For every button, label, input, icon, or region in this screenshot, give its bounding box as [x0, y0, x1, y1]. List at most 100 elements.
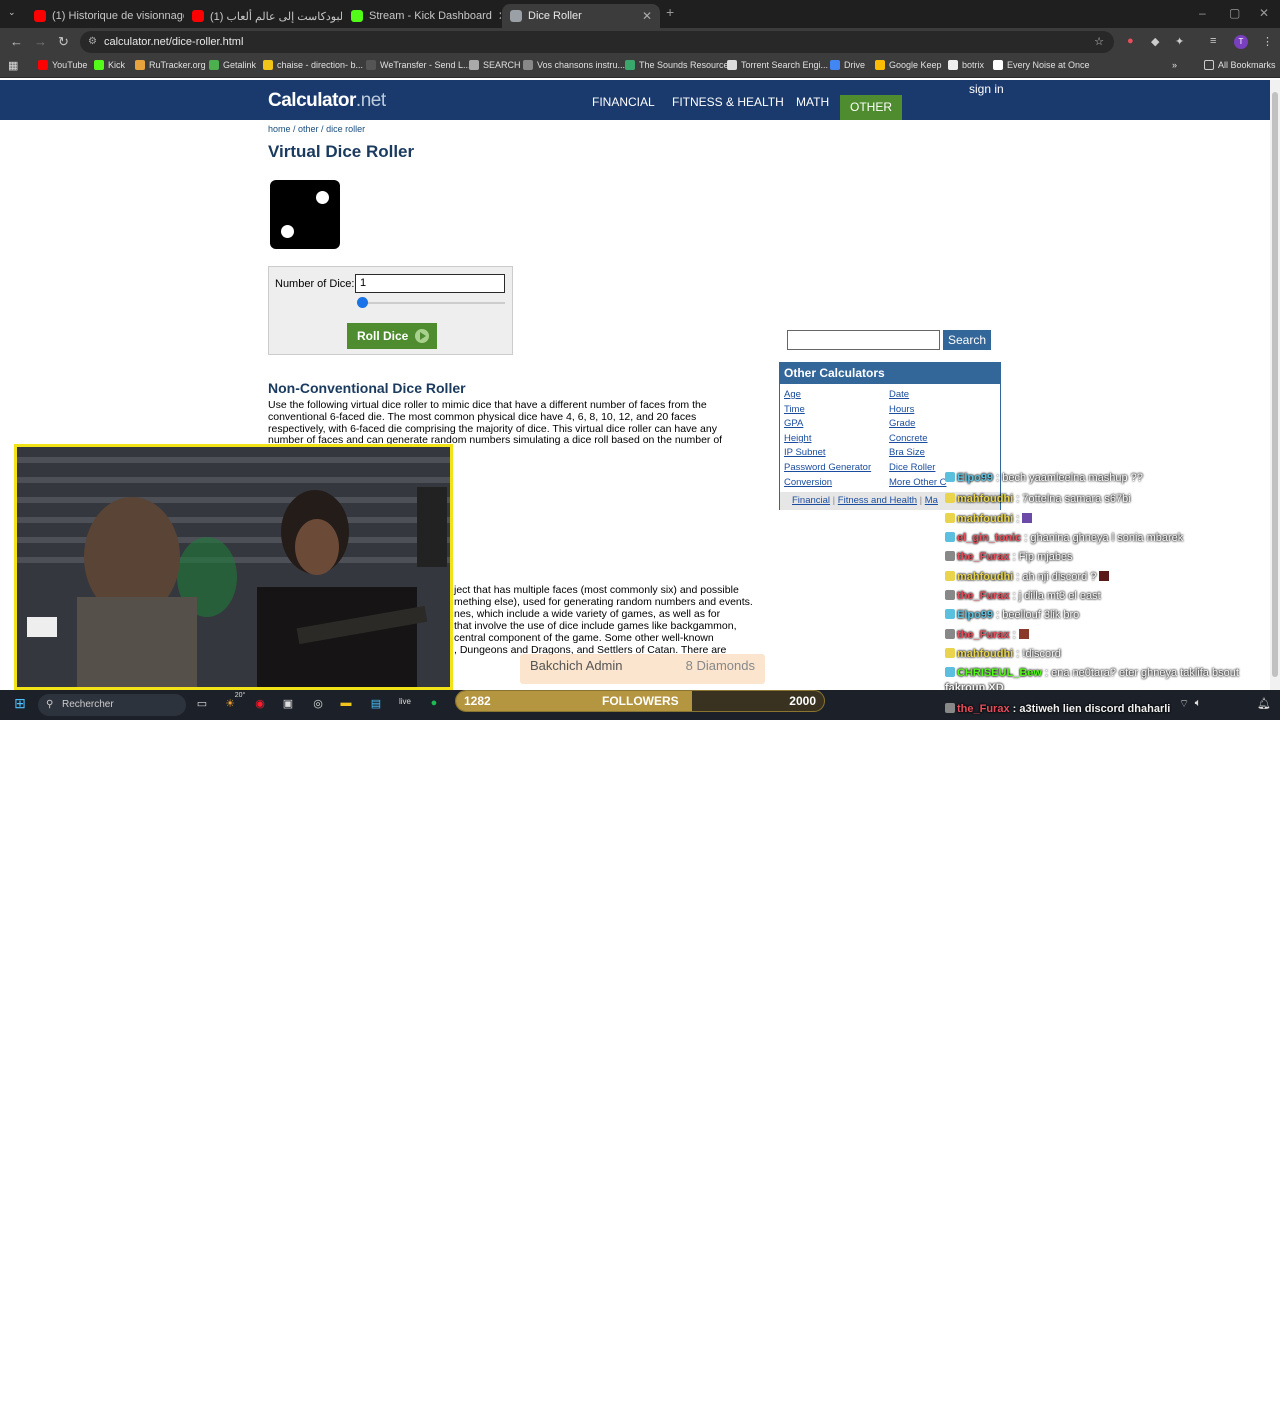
tab-kick-dashboard[interactable]: Stream - Kick Dashboard ✕ [343, 4, 501, 28]
nav-math[interactable]: MATH [796, 95, 829, 109]
bookmark-chaise[interactable]: chaise - direction- b... [263, 60, 363, 70]
photos-icon[interactable]: ▤ [368, 697, 384, 713]
tab-podcast[interactable]: (1) من البودكاست إلى عالم ألعاب ✕ [184, 4, 342, 28]
bookmark-torrent-search[interactable]: Torrent Search Engi... [727, 60, 828, 70]
extension-icon[interactable]: ◆ [1151, 35, 1165, 49]
back-icon[interactable]: ← [10, 34, 23, 49]
dice-slider-track[interactable] [361, 302, 505, 304]
site-search-button[interactable]: Search [943, 330, 991, 350]
sign-in-link[interactable]: sign in [969, 82, 1004, 96]
profile-avatar[interactable]: T [1234, 35, 1248, 49]
more-bookmarks-icon[interactable]: » [1172, 60, 1177, 70]
calc-link[interactable]: Height [784, 433, 811, 444]
calc-link[interactable]: More Other C [889, 477, 947, 488]
close-icon[interactable]: ✕ [642, 9, 652, 23]
bookmark-search[interactable]: SEARCH [469, 60, 521, 70]
app-icon[interactable]: ◎ [310, 697, 326, 713]
emote-icon [1099, 571, 1110, 581]
calc-link[interactable]: Date [889, 389, 909, 400]
calc-link[interactable]: IP Subnet [784, 447, 826, 458]
footer-link-fitness[interactable]: Fitness and Health [838, 495, 917, 506]
minimize-icon[interactable]: – [1199, 6, 1206, 20]
bookmark-kick[interactable]: Kick [94, 60, 125, 70]
nav-financial[interactable]: FINANCIAL [592, 95, 655, 109]
calc-link[interactable]: Concrete [889, 433, 928, 444]
die-pip [281, 225, 294, 238]
extension-icon[interactable]: ● [1127, 35, 1141, 49]
calc-link[interactable]: Hours [889, 404, 914, 415]
dice-slider-thumb[interactable] [357, 297, 368, 308]
app-icon[interactable]: ▣ [280, 697, 296, 713]
url-bar[interactable]: ⚙ calculator.net/dice-roller.html ☆ [80, 31, 1114, 53]
all-bookmarks[interactable]: All Bookmarks [1204, 60, 1276, 70]
site-logo[interactable]: Calculator.net [268, 90, 386, 112]
breadcrumb-home[interactable]: home [268, 124, 291, 134]
footer-link-math[interactable]: Ma [925, 495, 938, 506]
taskbar-search[interactable]: ⚲ Rechercher [38, 694, 186, 716]
page-title: Virtual Dice Roller [268, 142, 415, 161]
calc-link[interactable]: Age [784, 389, 801, 400]
extensions-puzzle-icon[interactable]: ✦ [1175, 35, 1189, 49]
tab-search-icon[interactable]: ⌄ [8, 7, 16, 18]
site-info-icon[interactable]: ⚙ [88, 31, 97, 53]
system-clock[interactable]: 21:39 29/10/2025 [1210, 1383, 1255, 1407]
calc-link[interactable]: Conversion [784, 477, 832, 488]
nav-other[interactable]: OTHER [840, 95, 902, 120]
site-search-input[interactable] [787, 330, 940, 350]
chat-message: the_Furax : a3tiweh lien discord dhaharl… [945, 703, 1170, 715]
calc-link[interactable]: Grade [889, 418, 915, 429]
chat-badge [945, 571, 955, 581]
calc-link[interactable]: Time [784, 404, 805, 415]
chat-message: the_Furax : Fip mjabes [945, 551, 1073, 563]
chat-badge [945, 513, 955, 523]
calc-link[interactable]: Password Generator [784, 462, 871, 473]
bookmark-vos-chansons[interactable]: Vos chansons instru... [523, 60, 625, 70]
bookmark-youtube[interactable]: YouTube [38, 60, 87, 70]
window-close-icon[interactable]: ✕ [1259, 6, 1269, 20]
roll-dice-button[interactable]: Roll Dice [347, 323, 437, 349]
spotify-icon[interactable]: ● [426, 697, 442, 713]
new-tab-button[interactable]: + [666, 4, 674, 20]
nav-fitness-health[interactable]: FITNESS & HEALTH [672, 95, 784, 109]
menu-icon[interactable]: ⋮ [1262, 35, 1276, 49]
other-calculators-title: Other Calculators [780, 363, 1000, 384]
bookmark-google-keep[interactable]: Google Keep [875, 60, 942, 70]
breadcrumb-other[interactable]: other [298, 124, 319, 134]
bookmark-sounds-resource[interactable]: The Sounds Resource [625, 60, 729, 70]
volume-icon[interactable]: 🔈︎ [1190, 697, 1206, 713]
tab-title: Dice Roller [528, 10, 582, 22]
page-icon [510, 10, 522, 22]
reload-icon[interactable]: ↻ [58, 34, 69, 50]
notification-icon[interactable]: 🔔︎ [1256, 697, 1272, 713]
bookmark-getalink[interactable]: Getalink [209, 60, 256, 70]
bookmark-wetransfer[interactable]: WeTransfer - Send L... [366, 60, 471, 70]
bookmark-botrix[interactable]: botrix [948, 60, 984, 70]
explorer-icon[interactable]: ▬ [338, 697, 354, 713]
maximize-icon[interactable]: ▢ [1229, 6, 1240, 20]
calc-link[interactable]: Dice Roller [889, 462, 935, 473]
webcam-overlay [14, 444, 453, 690]
windows-start-icon[interactable]: ⊞ [12, 695, 28, 711]
calc-link[interactable]: Bra Size [889, 447, 925, 458]
section-heading: Non-Conventional Dice Roller [268, 380, 466, 396]
bookmark-rutracker[interactable]: RuTracker.org [135, 60, 206, 70]
bookmark-star-icon[interactable]: ☆ [1094, 31, 1104, 53]
stream-chat-overlay: Elpo99 : bech yaamleelna mashup ?? mahfo… [945, 472, 1275, 694]
opera-icon[interactable]: ◉ [252, 697, 268, 713]
task-view-icon[interactable]: ▭ [194, 697, 210, 713]
breadcrumb: home / other / dice roller [268, 124, 366, 134]
tab-dice-roller[interactable]: Dice Roller ✕ [502, 4, 660, 28]
number-of-dice-input[interactable]: 1 [355, 274, 505, 293]
bookmark-drive[interactable]: Drive [830, 60, 865, 70]
live-icon[interactable]: live [397, 697, 413, 713]
calc-link[interactable]: GPA [784, 418, 803, 429]
footer-link-financial[interactable]: Financial [792, 495, 830, 506]
bookmark-every-noise[interactable]: Every Noise at Once [993, 60, 1090, 70]
forward-icon[interactable]: → [34, 34, 47, 49]
close-icon[interactable]: ✕ [498, 9, 501, 23]
breadcrumb-dice-roller[interactable]: dice roller [326, 124, 365, 134]
apps-grid-icon[interactable]: ▦ [8, 59, 18, 72]
media-icon[interactable]: ≡ [1210, 35, 1224, 49]
chat-badge [945, 629, 955, 639]
tab-youtube-history[interactable]: (1) Historique de visionnage - Y ✕ [26, 4, 184, 28]
